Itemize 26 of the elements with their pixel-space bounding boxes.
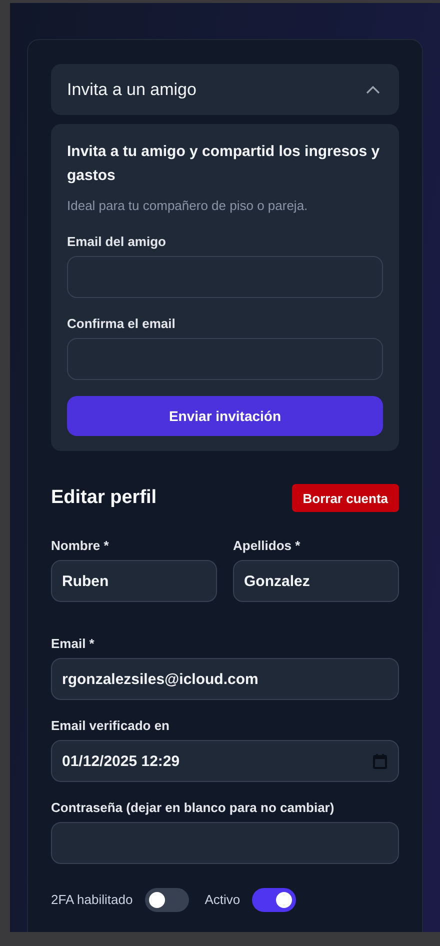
field-label: Email verificado en bbox=[51, 717, 170, 735]
toggle-switch[interactable] bbox=[144, 888, 189, 912]
toggle-switch[interactable] bbox=[252, 888, 296, 912]
invite-subtitle: Ideal para tu compañero de piso o pareja. bbox=[67, 197, 309, 215]
field-label: Email del amigo bbox=[67, 233, 167, 251]
accordion-header[interactable]: Invita a un amigo bbox=[51, 64, 399, 115]
input-field[interactable] bbox=[67, 256, 383, 298]
invite-heading: Invita a tu amigo y compartid los ingresos y gastos bbox=[67, 142, 381, 186]
input-field[interactable]: Gonzalez bbox=[233, 560, 399, 602]
input-field[interactable]: Ruben bbox=[51, 560, 217, 602]
date-field[interactable]: 01/12/2025 12:29 bbox=[51, 740, 399, 782]
input-field[interactable] bbox=[67, 338, 383, 380]
toggle-label: 2FA habilitado bbox=[51, 891, 133, 909]
toggle-label: Activo bbox=[204, 891, 240, 909]
password-field[interactable] bbox=[51, 822, 399, 864]
field-label: Nombre * bbox=[51, 537, 110, 555]
field-label: Confirma el email bbox=[67, 315, 176, 333]
send-invite-button[interactable]: Enviar invitación bbox=[67, 396, 383, 436]
input-field[interactable]: rgonzalezsiles@icloud.com bbox=[51, 658, 399, 700]
field-label: Email * bbox=[51, 635, 96, 653]
section-title: Editar perfil bbox=[51, 487, 157, 509]
delete-account-button[interactable]: Borrar cuenta bbox=[292, 484, 399, 512]
chevron-up-icon[interactable] bbox=[366, 86, 380, 94]
calendar-icon[interactable] bbox=[373, 754, 387, 769]
field-label: Apellidos * bbox=[233, 537, 302, 555]
field-label: Contraseña (dejar en blanco para no cambiar) bbox=[51, 799, 336, 817]
